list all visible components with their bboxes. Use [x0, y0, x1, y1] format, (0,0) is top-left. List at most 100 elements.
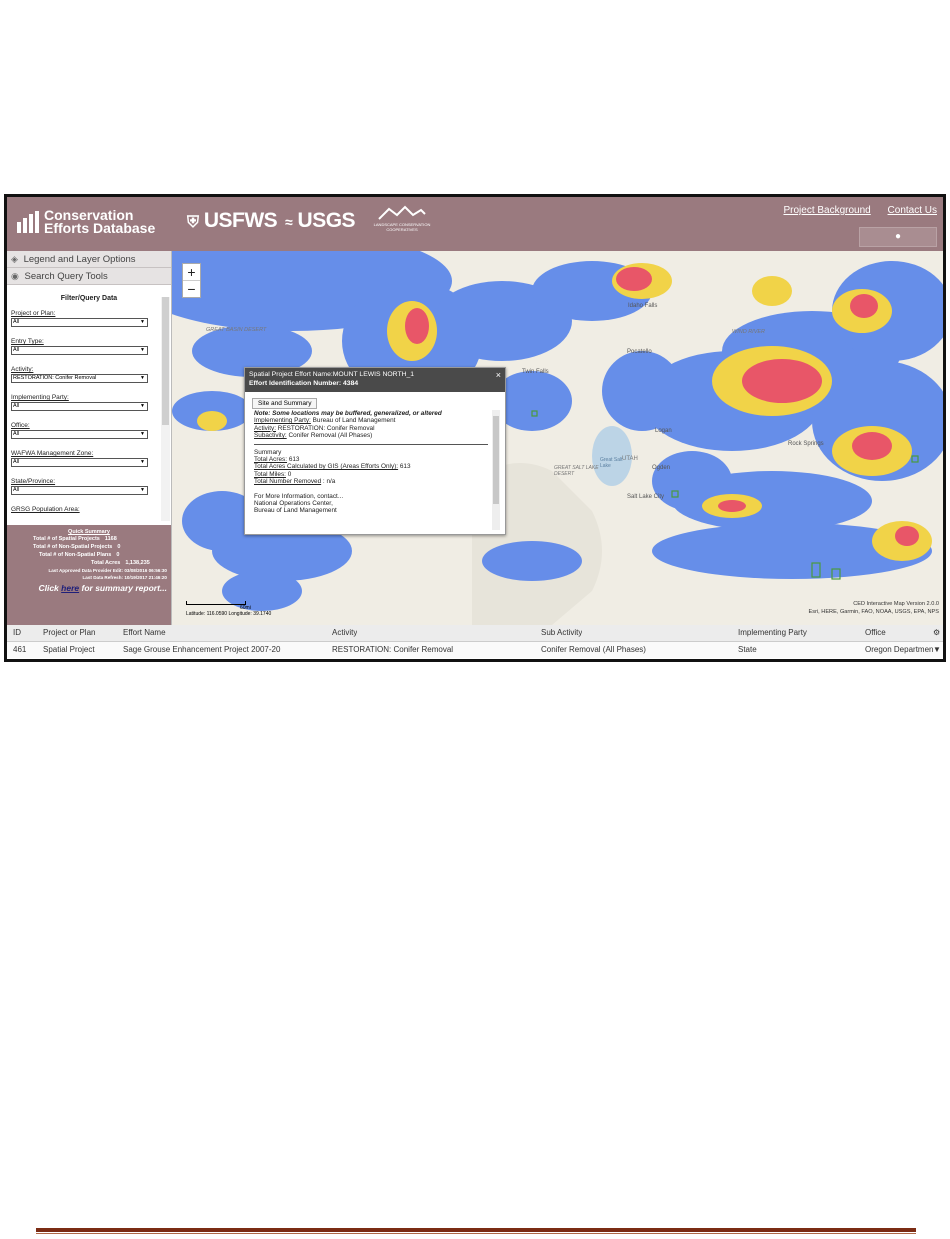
usfws-text: USFWS	[203, 209, 278, 232]
table-row[interactable]: 461 Spatial Project Sage Grouse Enhancem…	[7, 642, 943, 658]
close-icon[interactable]: ×	[496, 370, 501, 380]
field-value: Conifer Removal (All Phases)	[288, 432, 373, 440]
accordion-legend[interactable]: ◈ Legend and Layer Options	[7, 251, 171, 268]
popup-implementing-row: Implementing Party: Bureau of Land Manag…	[254, 417, 488, 424]
col-office[interactable]: Office	[865, 625, 886, 641]
footer-rule	[36, 1228, 916, 1232]
filter-title: Filter/Query Data	[60, 295, 118, 302]
dropdown-arrow-icon: ▼	[140, 403, 145, 409]
summary-row: Total # of Non-Spatial Plans 0	[39, 551, 171, 559]
sidebar-scroll-thumb[interactable]	[162, 297, 169, 425]
field-label: Subactivity:	[254, 432, 287, 440]
field-label: Implementing Party:	[11, 394, 69, 401]
sidebar-scrollbar[interactable]	[161, 297, 170, 521]
popup-scrollbar[interactable]	[492, 410, 500, 530]
field-value: 613	[399, 463, 411, 471]
activity-select[interactable]: RESTORATION: Conifer Removal ▼	[11, 374, 148, 383]
map-label: Rock Springs	[788, 441, 824, 447]
gear-icon[interactable]: ⚙	[933, 625, 943, 641]
binoculars-icon: ◉	[11, 271, 19, 281]
field-value: RESTORATION: Conifer Removal	[277, 424, 375, 432]
col-effort-name[interactable]: Effort Name	[123, 625, 166, 641]
popup-removed-row: Total Number Removed : n/a	[254, 478, 488, 485]
col-project-or-plan[interactable]: Project or Plan	[43, 625, 95, 641]
effort-popup: Spatial Project Effort Name:MOUNT LEWIS …	[244, 367, 506, 535]
popup-subactivity-row: Subactivity: Conifer Removal (All Phases…	[254, 432, 488, 439]
attribution-text: Esri, HERE, Garmin, FAO, NOAA, USGS, EPA…	[808, 609, 939, 615]
col-sub-activity[interactable]: Sub Activity	[541, 625, 582, 641]
usgs-text: USGS	[297, 209, 356, 232]
field-label: Activity:	[254, 424, 277, 432]
map-label: Twin Falls	[522, 369, 549, 375]
coordinates-readout: Latitude: 116.0590 Longitude: 39.1740	[186, 611, 272, 617]
map-view[interactable]: Twin Falls Logan GREAT SALT LAKE DESERT …	[172, 251, 943, 625]
popup-body: Note: Some locations may be buffered, ge…	[254, 410, 488, 528]
select-value: RESTORATION: Conifer Removal	[13, 375, 97, 381]
map-label: GREAT BASIN DESERT	[206, 327, 267, 333]
select-value: All	[13, 431, 20, 437]
project-background-link[interactable]: Project Background	[783, 205, 870, 216]
wafwa-zone-select[interactable]: All ▼	[11, 458, 148, 467]
state-province-select[interactable]: All ▼	[11, 486, 148, 495]
dropdown-arrow-icon: ▼	[140, 487, 145, 493]
summary-row: Total # of Non-Spatial Projects 0	[33, 543, 171, 551]
popup-activity-row: Activity: RESTORATION: Conifer Removal	[254, 425, 488, 432]
col-implementing-party[interactable]: Implementing Party	[738, 625, 807, 641]
popup-subtitle: Effort Identification Number: 4384	[249, 380, 359, 387]
project-or-plan-select[interactable]: All ▼	[11, 318, 148, 327]
field-label: GRSG Population Area:	[11, 506, 80, 513]
field-label: Total Acres Calculated by GIS (Areas Eff…	[254, 463, 399, 471]
map-label: WIND RIVER	[732, 329, 765, 335]
contact-us-link[interactable]: Contact Us	[888, 205, 937, 216]
col-id[interactable]: ID	[13, 625, 21, 641]
dropdown-arrow-icon: ▼	[140, 375, 145, 381]
ced-logo[interactable]: Conservation Efforts Database	[17, 208, 156, 236]
summary-value: 1168	[104, 536, 117, 542]
bars-icon	[17, 211, 39, 233]
office-select[interactable]: All ▼	[11, 430, 148, 439]
field-value: 613	[288, 456, 300, 464]
col-activity[interactable]: Activity	[332, 625, 357, 641]
zoom-out-button[interactable]: −	[183, 281, 200, 297]
popup-miles-row: Total Miles: 0	[254, 471, 488, 478]
popup-note: Note: Some locations may be buffered, ge…	[254, 410, 442, 417]
scale-bar: 60mi Latitude: 116.0590 Longitude: 39.17…	[186, 601, 271, 617]
accordion-search[interactable]: ◉ Search Query Tools	[7, 268, 171, 285]
map-label: GREAT SALT LAKE DESERT	[554, 465, 599, 477]
cell-effort-name: Sage Grouse Enhancement Project 2007-20	[123, 645, 281, 654]
summary-report-link[interactable]: here	[61, 583, 79, 593]
select-value: All	[13, 403, 20, 409]
dropdown-arrow-icon: ▼	[140, 459, 145, 465]
field-value: Bureau of Land Management	[312, 417, 396, 425]
scale-line	[186, 601, 246, 605]
dropdown-arrow-icon: ▼	[140, 347, 145, 353]
app-window: Conservation Efforts Database ⛨ USFWS ≈ …	[4, 194, 946, 662]
map-label: UTAH	[622, 456, 638, 462]
lcc-text: LANDSCAPE CONSERVATION COOPERATIVES	[373, 222, 431, 232]
zoom-in-button[interactable]: +	[183, 264, 200, 281]
filter-office: Office: All ▼	[11, 422, 148, 439]
entry-type-select[interactable]: All ▼	[11, 346, 148, 355]
field-value: 0	[287, 470, 292, 478]
filter-activity: Activity: RESTORATION: Conifer Removal ▼	[11, 366, 148, 383]
accordion-search-label: Search Query Tools	[24, 271, 108, 282]
summary-value: 0	[117, 544, 121, 550]
filter-entry-type: Entry Type: All ▼	[11, 338, 148, 355]
implementing-party-select[interactable]: All ▼	[11, 402, 148, 411]
summary-row: Total # of Spatial Projects 1168	[33, 535, 171, 543]
popup-scroll-thumb[interactable]	[493, 416, 499, 504]
popup-summary-head: Summary	[254, 448, 282, 456]
field-label: Total Acres:	[254, 456, 288, 464]
zoom-control: + −	[182, 263, 201, 298]
header-toggle-button[interactable]: ●	[859, 227, 937, 247]
summary-label: Total # of Spatial Projects	[33, 536, 100, 542]
click-text-post: for summary report...	[81, 583, 168, 593]
popup-gis-row: Total Acres Calculated by GIS (Areas Eff…	[254, 463, 488, 470]
accordion-legend-label: Legend and Layer Options	[23, 254, 136, 265]
filter-state-province: State/Province: All ▼	[11, 478, 148, 495]
scroll-down-icon[interactable]: ▼	[933, 642, 943, 658]
quick-summary: Quick Summary Total # of Spatial Project…	[7, 525, 171, 625]
logo-line-2: Efforts Database	[44, 220, 156, 236]
tab-site-and-summary[interactable]: Site and Summary	[252, 398, 318, 409]
popup-divider	[254, 443, 488, 445]
